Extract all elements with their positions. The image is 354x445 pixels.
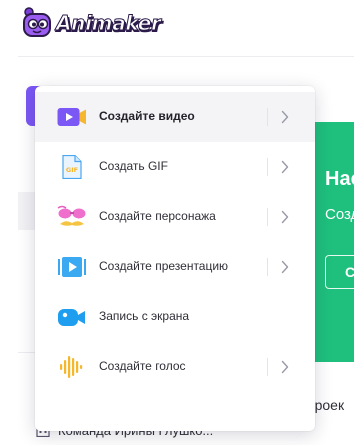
- menu-item-separator: [267, 158, 268, 176]
- promo-button[interactable]: С: [325, 255, 354, 289]
- create-dropdown-menu: Создайте видео GIF Создать GIF Создайте …: [35, 86, 315, 431]
- svg-text:GIF: GIF: [66, 166, 78, 174]
- promo-title: Нас: [325, 168, 354, 190]
- menu-item-create-video[interactable]: Создайте видео: [35, 92, 315, 142]
- character-icon: [57, 205, 86, 226]
- menu-item-create-gif[interactable]: GIF Создать GIF: [35, 142, 315, 192]
- camera-icon: [58, 309, 85, 326]
- promo-button-label: С: [345, 264, 354, 280]
- menu-item-create-voice[interactable]: Создайте голос: [35, 342, 315, 392]
- menu-item-label: Создайте видео: [99, 109, 195, 123]
- menu-item-create-character[interactable]: Создайте персонажа: [35, 192, 315, 242]
- menu-item-separator: [267, 108, 268, 126]
- chevron-right-icon[interactable]: [281, 360, 289, 374]
- chevron-right-icon[interactable]: [281, 210, 289, 224]
- menu-item-separator: [267, 208, 268, 226]
- menu-item-label: Создать GIF: [99, 159, 168, 173]
- menu-item-create-presentation[interactable]: Создайте презентацию: [35, 242, 315, 292]
- header-divider: [18, 56, 354, 57]
- chevron-right-icon[interactable]: [281, 260, 289, 274]
- chevron-right-icon[interactable]: [281, 110, 289, 124]
- gif-file-icon: GIF: [62, 155, 82, 179]
- menu-item-screen-recording[interactable]: Запись с экрана: [35, 292, 315, 342]
- voice-waveform-icon: [60, 356, 83, 378]
- menu-item-separator: [267, 258, 268, 276]
- animaker-mascot-icon: [23, 7, 51, 37]
- logo-text: Animaker: [56, 11, 162, 36]
- menu-item-label: Создайте презентацию: [99, 259, 229, 273]
- presentation-icon: [58, 257, 86, 277]
- app-logo[interactable]: Animaker: [20, 6, 161, 40]
- menu-item-label: Создайте голос: [99, 359, 186, 373]
- chevron-right-icon[interactable]: [281, 160, 289, 174]
- menu-item-separator: [267, 358, 268, 376]
- video-icon: [57, 108, 86, 126]
- promo-subtitle: Созд: [325, 206, 354, 223]
- promo-banner: Нас Созд С: [314, 122, 354, 362]
- menu-item-label: Создайте персонажа: [99, 209, 216, 223]
- menu-item-label: Запись с экрана: [99, 309, 190, 323]
